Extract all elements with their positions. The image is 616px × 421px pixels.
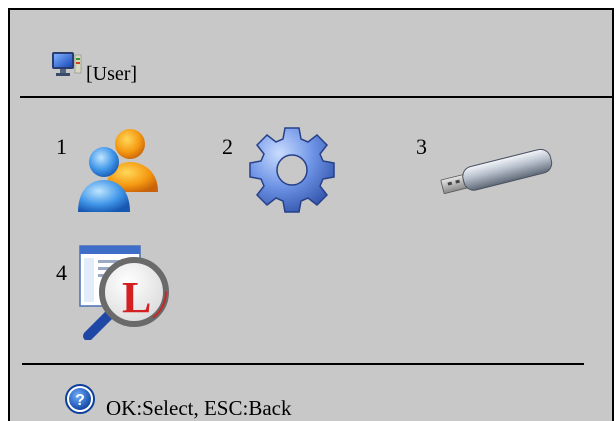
menu-item-2[interactable]: 2 (210, 110, 360, 230)
usb-drive-icon (438, 140, 558, 205)
header-title: [User] (86, 63, 138, 85)
footer-divider (22, 363, 584, 365)
menu-item-number: 4 (56, 260, 67, 285)
menu-item-number: 3 (416, 134, 427, 159)
menu-item-4[interactable]: 4 L (10, 232, 200, 352)
log-search-icon: L (72, 242, 182, 345)
menu-item-1[interactable]: 1 (10, 110, 190, 230)
header: [User] (50, 44, 138, 85)
footer: ? OK:Select, ESC:Back (64, 382, 291, 421)
footer-hint: OK:Select, ESC:Back (106, 396, 292, 420)
user-monitor-icon (50, 49, 84, 84)
gear-icon (246, 124, 338, 221)
header-divider (20, 96, 612, 98)
svg-text:?: ? (75, 392, 85, 409)
menu-screen: [User] 1 2 3 4 L ? OK:Select, ESC:Back (8, 8, 614, 421)
menu-item-number: 2 (222, 134, 233, 159)
help-icon: ? (64, 383, 96, 420)
svg-text:L: L (122, 273, 151, 322)
menu-item-number: 1 (56, 134, 67, 159)
menu-item-3[interactable]: 3 (410, 110, 570, 230)
users-icon (70, 120, 166, 221)
